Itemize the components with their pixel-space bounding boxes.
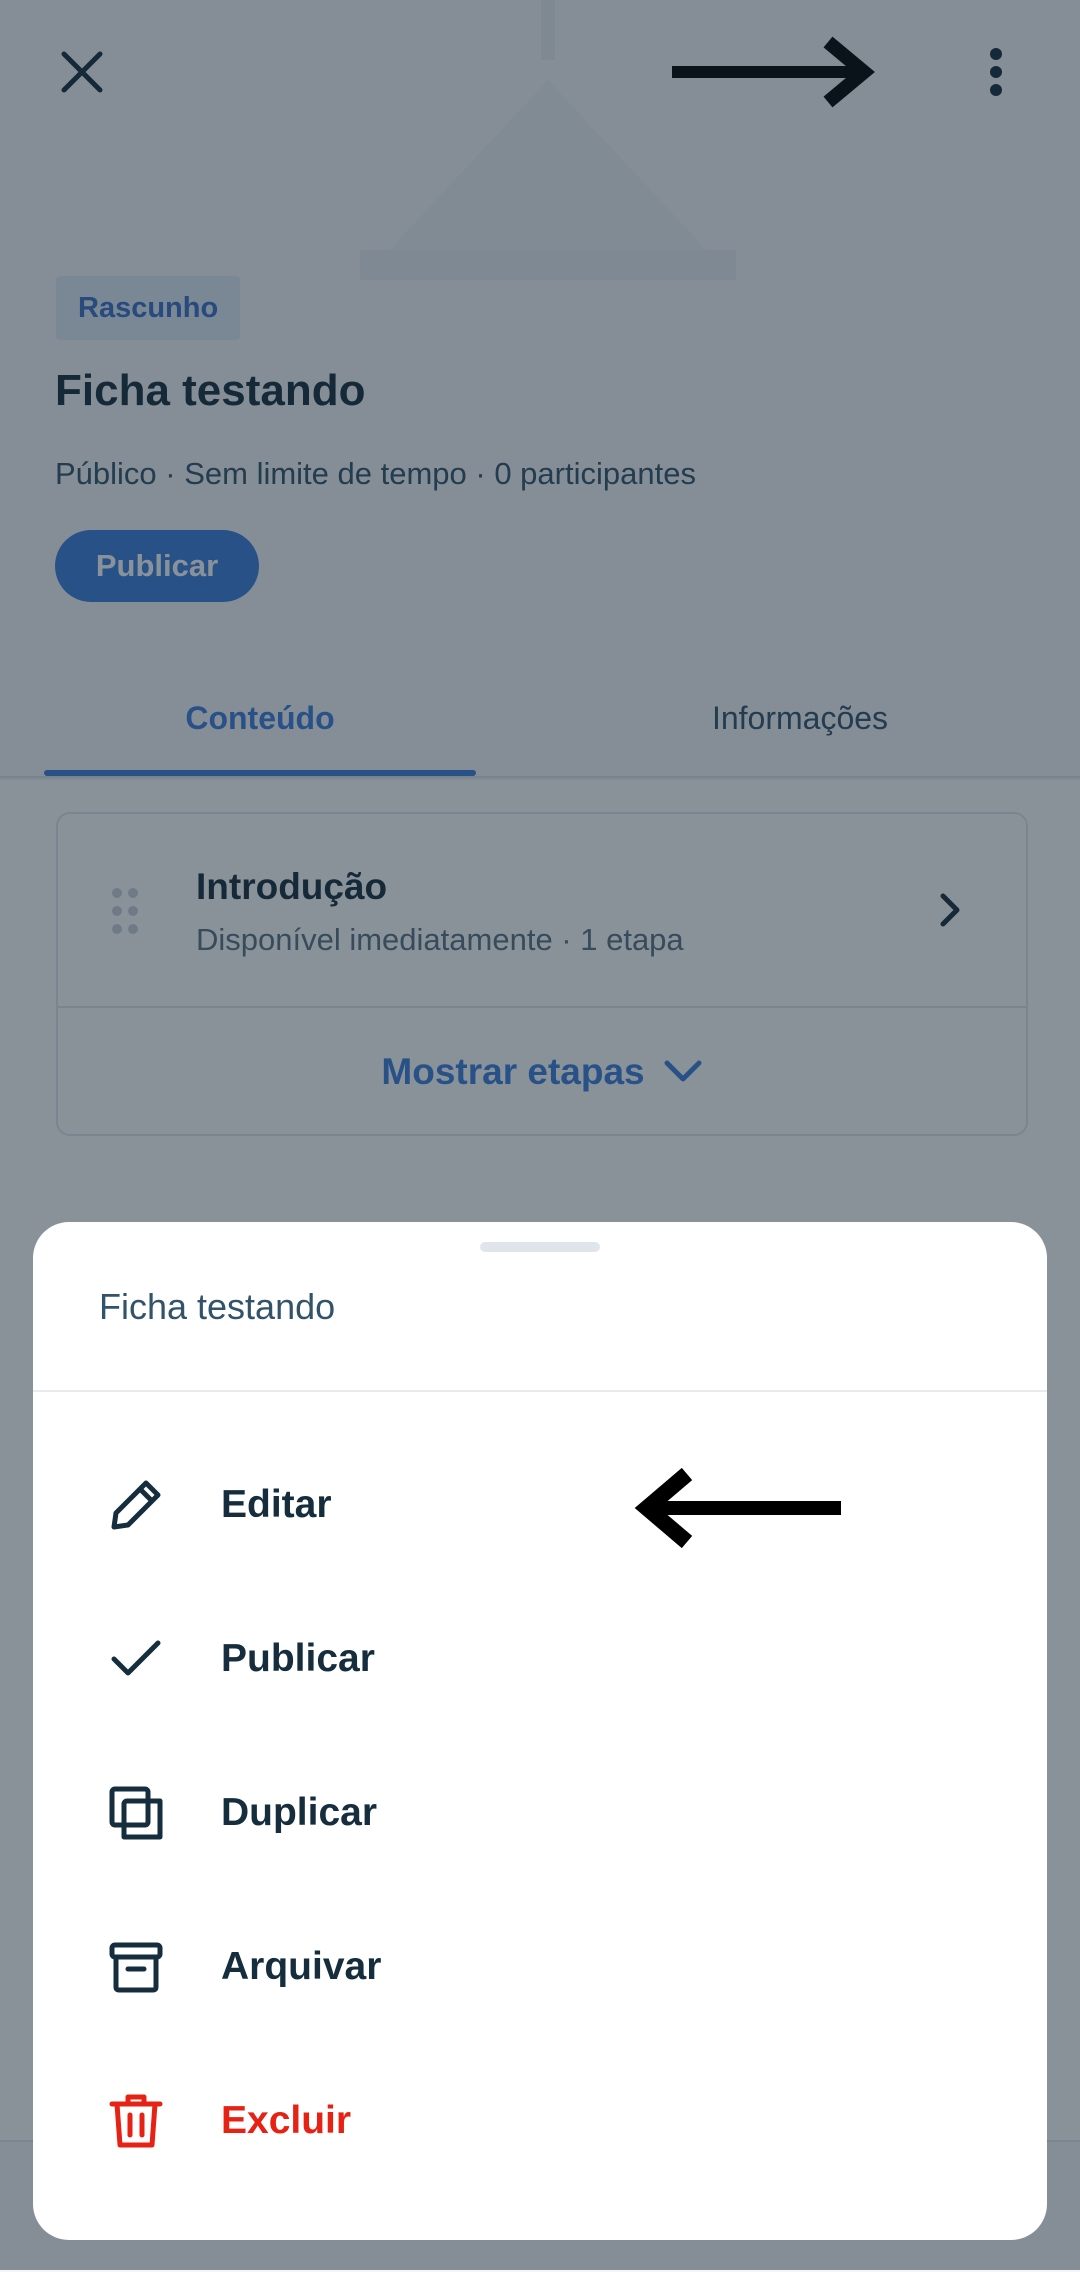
menu-item-label: Arquivar [221,1945,382,1988]
menu-item-delete[interactable]: Excluir [33,2044,1047,2198]
pencil-icon [107,1476,165,1534]
sheet-grabber[interactable] [480,1242,600,1252]
trash-icon [107,2092,165,2150]
annotation-arrow-left [634,1467,841,1549]
menu-item-label: Publicar [221,1637,375,1680]
menu-item-label: Editar [221,1483,332,1526]
menu-item-label: Duplicar [221,1791,378,1834]
actions-bottom-sheet: Ficha testando Editar Publicar Duplicar … [33,1222,1047,2240]
menu-item-duplicate[interactable]: Duplicar [33,1736,1047,1890]
sheet-divider [33,1390,1047,1392]
sheet-title: Ficha testando [99,1286,336,1327]
menu-item-archive[interactable]: Arquivar [33,1890,1047,2044]
archive-icon [107,1938,165,1996]
check-icon [107,1630,165,1688]
duplicate-icon [107,1784,165,1842]
menu-item-edit[interactable]: Editar [33,1428,1047,1582]
menu-item-label: Excluir [221,2099,352,2142]
menu-item-publish[interactable]: Publicar [33,1582,1047,1736]
